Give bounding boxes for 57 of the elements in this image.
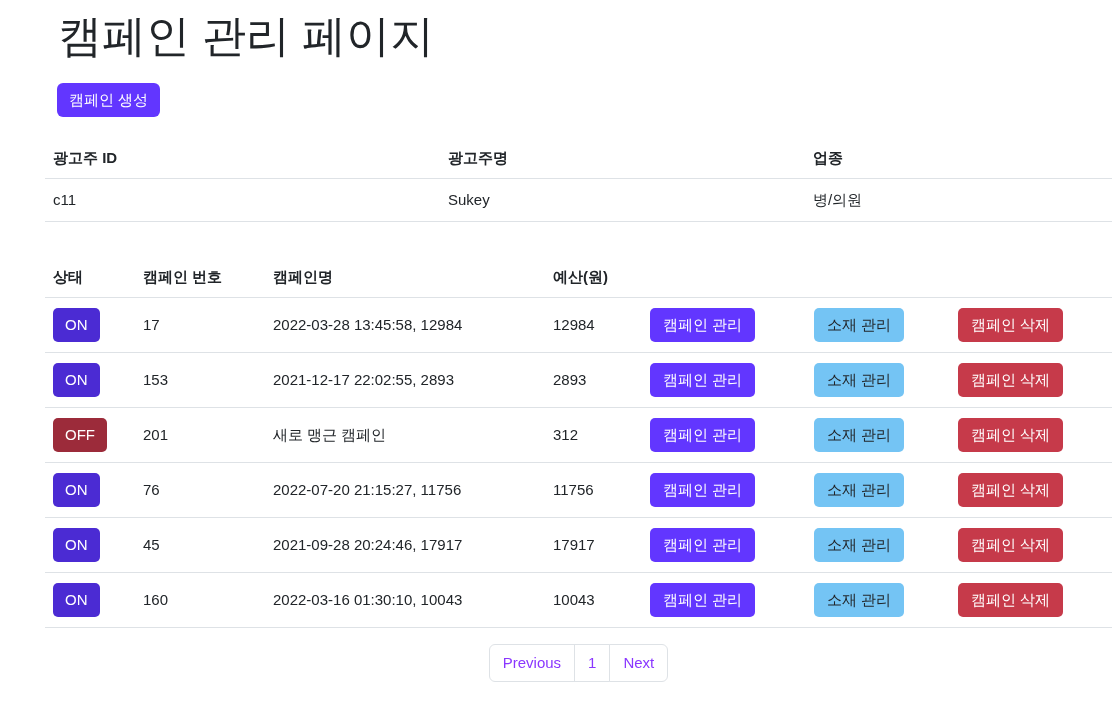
table-cell: 2022-07-20 21:15:27, 11756 (265, 462, 545, 518)
table-cell: 17917 (545, 517, 642, 573)
table-cell: 153 (135, 352, 265, 408)
manage-creative-button[interactable]: 소재 관리 (814, 417, 905, 453)
table-cell: 12984 (545, 297, 642, 353)
column-header: 예산(원) (545, 258, 642, 298)
table-cell: 2893 (545, 352, 642, 408)
manage-campaign-button[interactable]: 캠페인 관리 (650, 582, 756, 618)
delete-campaign-button[interactable]: 캠페인 삭제 (958, 307, 1064, 343)
table-cell: 2021-09-28 20:24:46, 17917 (265, 517, 545, 573)
manage-creative-button[interactable]: 소재 관리 (814, 307, 905, 343)
delete-campaign-button[interactable]: 캠페인 삭제 (958, 582, 1064, 618)
table-cell: 201 (135, 407, 265, 463)
table-cell: 11756 (545, 462, 642, 518)
table-cell: 병/의원 (805, 178, 1112, 222)
delete-campaign-button[interactable]: 캠페인 삭제 (958, 417, 1064, 453)
table-cell: c11 (45, 178, 440, 222)
column-header: 광고주 ID (45, 139, 440, 179)
pagination-link[interactable]: Previous (488, 643, 576, 683)
manage-creative-button[interactable]: 소재 관리 (814, 362, 905, 398)
delete-campaign-button[interactable]: 캠페인 삭제 (958, 527, 1064, 563)
manage-campaign-button[interactable]: 캠페인 관리 (650, 362, 756, 398)
column-header: 캠페인 번호 (135, 258, 265, 298)
status-toggle[interactable]: ON (53, 527, 100, 563)
table-cell: 76 (135, 462, 265, 518)
table-cell: 17 (135, 297, 265, 353)
column-header: 캠페인명 (265, 258, 545, 298)
table-cell: 160 (135, 572, 265, 628)
create-campaign-button[interactable]: 캠페인 생성 (57, 82, 161, 118)
delete-campaign-button[interactable]: 캠페인 삭제 (958, 472, 1064, 508)
manage-campaign-button[interactable]: 캠페인 관리 (650, 307, 756, 343)
table-cell: 312 (545, 407, 642, 463)
table-cell: Sukey (440, 178, 805, 222)
manage-creative-button[interactable]: 소재 관리 (814, 472, 905, 508)
table-cell: 2022-03-28 13:45:58, 12984 (265, 297, 545, 353)
table-cell: 2021-12-17 22:02:55, 2893 (265, 352, 545, 408)
delete-campaign-button[interactable]: 캠페인 삭제 (958, 362, 1064, 398)
status-toggle[interactable]: ON (53, 307, 100, 343)
page-title: 캠페인 관리 페이지 (58, 10, 436, 62)
column-header: 광고주명 (440, 139, 805, 179)
status-toggle[interactable]: ON (53, 362, 100, 398)
column-header: 업종 (805, 139, 1112, 179)
table-cell: 45 (135, 517, 265, 573)
pagination-link[interactable]: 1 (574, 643, 611, 683)
manage-campaign-button[interactable]: 캠페인 관리 (650, 417, 756, 453)
manage-creative-button[interactable]: 소재 관리 (814, 582, 905, 618)
manage-campaign-button[interactable]: 캠페인 관리 (650, 527, 756, 563)
status-toggle[interactable]: ON (53, 582, 100, 618)
table-cell: 10043 (545, 572, 642, 628)
status-toggle[interactable]: ON (53, 472, 100, 508)
column-header: 상태 (45, 258, 135, 298)
table-cell: 새로 맹근 캠페인 (265, 407, 545, 463)
pagination-link[interactable]: Next (609, 643, 669, 683)
table-cell: 2022-03-16 01:30:10, 10043 (265, 572, 545, 628)
manage-campaign-button[interactable]: 캠페인 관리 (650, 472, 756, 508)
status-toggle[interactable]: OFF (53, 417, 107, 453)
manage-creative-button[interactable]: 소재 관리 (814, 527, 905, 563)
